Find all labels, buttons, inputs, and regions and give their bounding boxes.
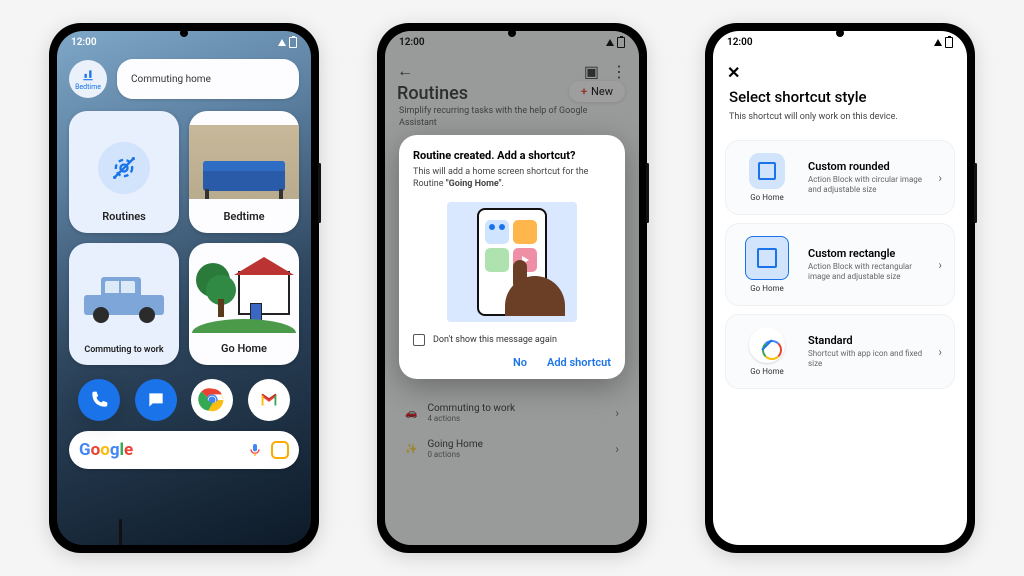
widget-bedtime[interactable]: Bedtime: [189, 111, 299, 233]
camera-cutout: [836, 29, 844, 37]
bedtime-chip[interactable]: Bedtime: [69, 60, 107, 98]
preview-standard-icon: [749, 327, 785, 363]
preview-label: Go Home: [750, 193, 784, 202]
widget-gohome-label: Go Home: [221, 342, 267, 355]
widget-bedtime-label: Bedtime: [223, 210, 264, 223]
google-logo-icon: Google: [79, 440, 133, 460]
option-desc: Action Block with rectangular image and …: [808, 262, 926, 283]
messages-app-icon[interactable]: [135, 379, 177, 421]
dialog-body: This will add a home screen shortcut for…: [413, 166, 611, 190]
widget-routines-label: Routines: [102, 210, 146, 223]
chevron-right-icon: ›: [938, 258, 942, 272]
option-title: Standard: [808, 334, 926, 347]
phone-app-icon[interactable]: [78, 379, 120, 421]
phone-style-select: 12:00 ✕ Select shortcut style This short…: [705, 23, 975, 553]
dialog: Routine created. Add a shortcut? This wi…: [399, 135, 625, 379]
commuting-home-chip[interactable]: Commuting home: [117, 59, 299, 99]
signal-icon: [934, 39, 942, 46]
dont-show-row[interactable]: Don't show this message again: [413, 334, 611, 346]
widget-commuting[interactable]: Commuting to work: [69, 243, 179, 365]
checkbox-icon[interactable]: [413, 334, 425, 346]
preview-label: Go Home: [750, 367, 784, 376]
option-title: Custom rectangle: [808, 247, 926, 260]
bedtime-chip-label: Bedtime: [75, 83, 101, 91]
status-time: 12:00: [71, 37, 97, 48]
lens-icon[interactable]: [271, 441, 289, 459]
car-icon: [79, 275, 169, 325]
option-title: Custom rounded: [808, 160, 926, 173]
phone-home: 12:00 Bedtime Commuting home Routines: [49, 23, 319, 553]
commuting-home-label: Commuting home: [131, 74, 211, 85]
chevron-right-icon: ›: [938, 345, 942, 359]
close-icon[interactable]: ✕: [727, 63, 740, 82]
dialog-illustration: [447, 202, 577, 322]
add-shortcut-button[interactable]: Add shortcut: [547, 356, 611, 369]
camera-cutout: [180, 29, 188, 37]
bedtime-image: [189, 125, 299, 199]
page-title: Select shortcut style: [713, 86, 967, 112]
battery-icon: [289, 37, 297, 48]
camera-cutout: [508, 29, 516, 37]
preview-rounded-icon: [749, 153, 785, 189]
chrome-app-icon[interactable]: [191, 379, 233, 421]
chevron-right-icon: ›: [938, 171, 942, 185]
preview-rect-icon: [745, 236, 789, 280]
phone-dialog: 12:00 ← ▣ ⋮ Routines + New Simplify: [377, 23, 647, 553]
option-custom-rounded[interactable]: Go Home Custom rounded Action Block with…: [725, 140, 955, 215]
gohome-image: [192, 259, 296, 333]
dialog-title: Routine created. Add a shortcut?: [413, 149, 611, 162]
search-bar[interactable]: Google: [69, 431, 299, 469]
option-desc: Shortcut with app icon and fixed size: [808, 349, 926, 370]
option-desc: Action Block with circular image and adj…: [808, 175, 926, 196]
routines-icon: [98, 142, 150, 194]
signal-icon: [278, 39, 286, 46]
status-time: 12:00: [727, 37, 753, 48]
option-custom-rectangle[interactable]: Go Home Custom rectangle Action Block wi…: [725, 223, 955, 306]
preview-label: Go Home: [750, 284, 784, 293]
widget-commuting-label: Commuting to work: [84, 345, 163, 355]
page-note: This shortcut will only work on this dev…: [713, 112, 967, 132]
mic-icon[interactable]: [247, 442, 263, 458]
widget-routines[interactable]: Routines: [69, 111, 179, 233]
widget-gohome[interactable]: Go Home: [189, 243, 299, 365]
dock: [57, 373, 311, 425]
no-button[interactable]: No: [513, 356, 527, 369]
option-standard[interactable]: Go Home Standard Shortcut with app icon …: [725, 314, 955, 389]
gmail-app-icon[interactable]: [248, 379, 290, 421]
dont-show-label: Don't show this message again: [433, 335, 557, 345]
battery-icon: [945, 37, 953, 48]
